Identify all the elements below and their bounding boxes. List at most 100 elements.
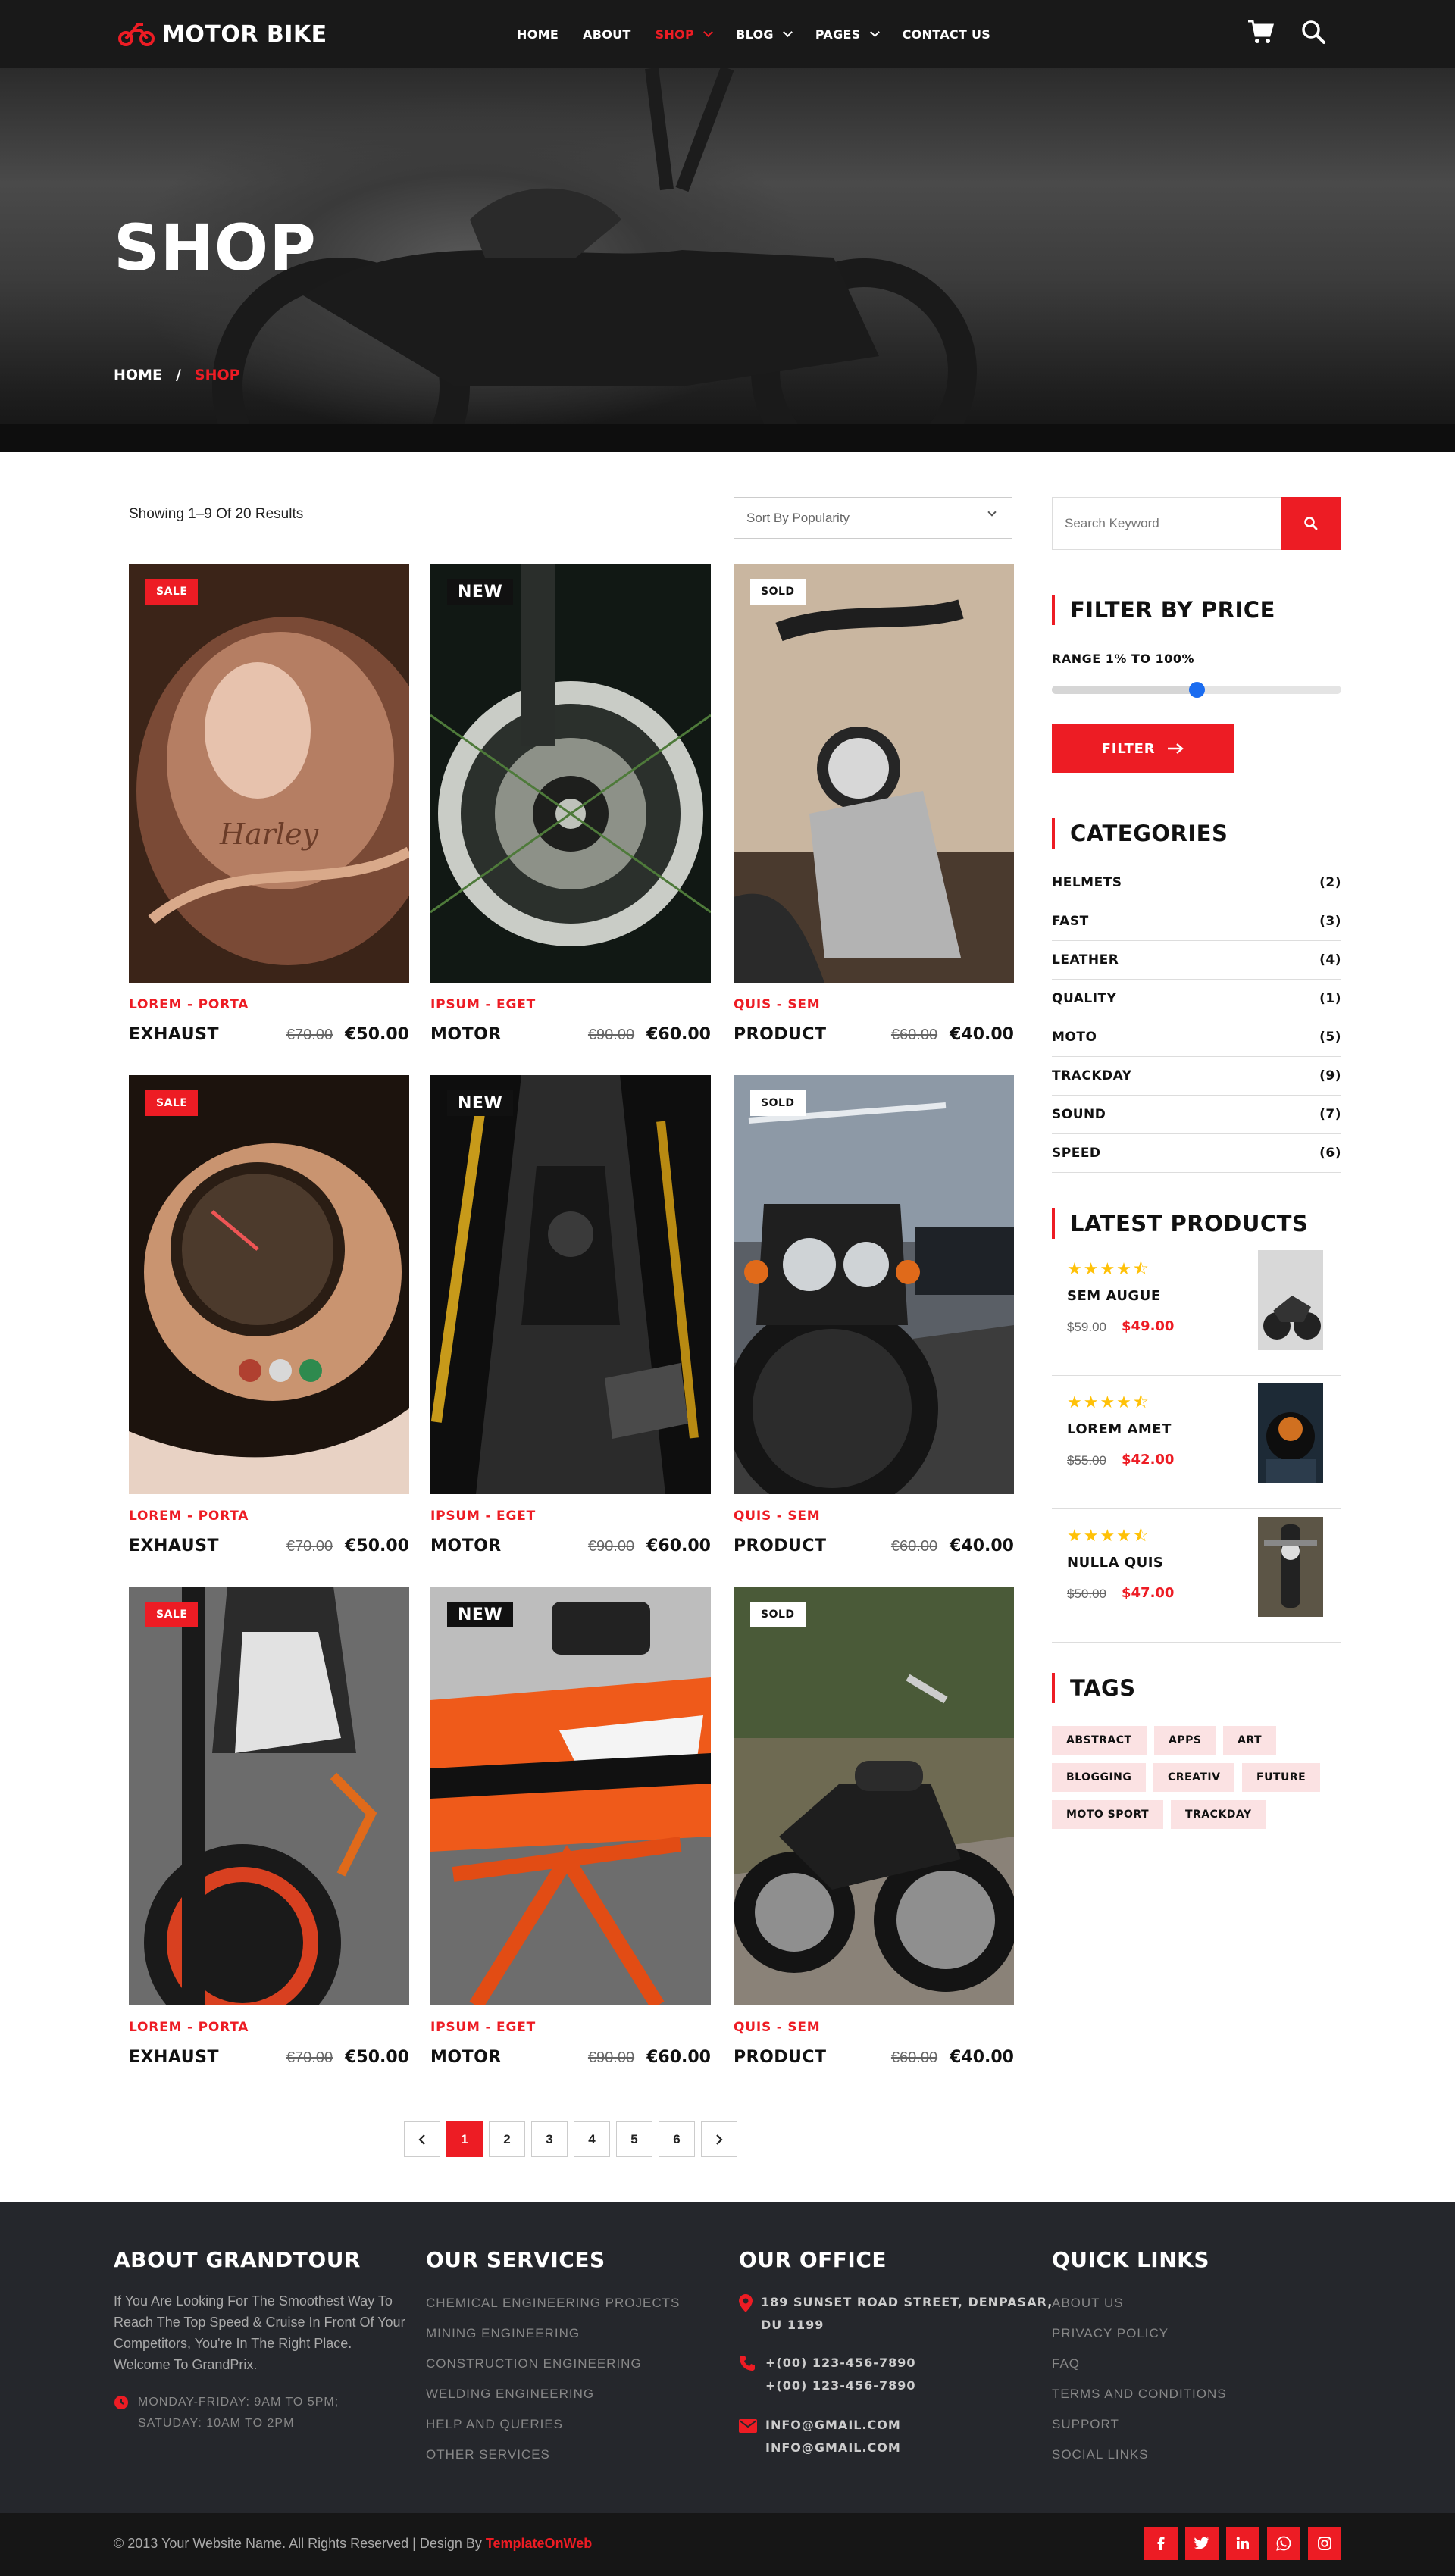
latest-product-item[interactable]: ★★★★⯪ SEM AUGUE $59.00 $49.00 — [1052, 1243, 1341, 1376]
product-card[interactable]: NEW IPSUM - EGET MOTOR €90.00 €60.00 — [430, 1587, 711, 2087]
product-card[interactable]: SOLD QUIS - SEM PRODUCT €60.00 €40.00 — [734, 564, 1014, 1064]
nav-pages[interactable]: PAGES — [815, 27, 880, 42]
facebook-icon[interactable] — [1144, 2527, 1178, 2560]
pagination-next[interactable] — [701, 2121, 737, 2157]
search-icon[interactable] — [1300, 19, 1326, 45]
product-image[interactable]: NEW — [430, 564, 711, 983]
product-category[interactable]: LOREM - PORTA — [129, 2020, 249, 2035]
pagination-page[interactable]: 4 — [574, 2121, 610, 2157]
nav-shop[interactable]: SHOP — [656, 27, 713, 42]
product-name[interactable]: MOTOR — [430, 2048, 502, 2067]
product-image[interactable]: SALE — [129, 1075, 409, 1494]
footer-service-link[interactable]: OTHER SERVICES — [426, 2447, 550, 2462]
tag-item[interactable]: APPS — [1154, 1726, 1216, 1755]
product-card[interactable]: NEW IPSUM - EGET MOTOR €90.00 €60.00 — [430, 1075, 711, 1575]
footer-quick-link[interactable]: ABOUT US — [1052, 2296, 1124, 2311]
footer-quick-link[interactable]: SOCIAL LINKS — [1052, 2447, 1149, 2462]
pagination-prev[interactable] — [404, 2121, 440, 2157]
product-card[interactable]: Harley SALE LOREM - PORTA EXHAUST €70.00 €50.… — [129, 564, 409, 1064]
tag-item[interactable]: ART — [1223, 1726, 1277, 1755]
category-item[interactable]: TRACKDAY (9) — [1052, 1057, 1341, 1096]
filter-button[interactable]: FILTER — [1052, 724, 1234, 773]
latest-product-thumb[interactable] — [1258, 1517, 1323, 1617]
sort-select[interactable]: Sort By Popularity — [734, 497, 1012, 539]
footer-quick-link[interactable]: TERMS AND CONDITIONS — [1052, 2387, 1227, 2402]
product-name[interactable]: MOTOR — [430, 1537, 502, 1555]
whatsapp-icon[interactable] — [1267, 2527, 1300, 2560]
footer-service-link[interactable]: WELDING ENGINEERING — [426, 2387, 594, 2402]
cart-icon[interactable] — [1247, 19, 1275, 45]
footer-quick-link[interactable]: FAQ — [1052, 2356, 1080, 2371]
instagram-icon[interactable] — [1308, 2527, 1341, 2560]
search-input[interactable] — [1053, 498, 1280, 549]
product-image[interactable]: NEW — [430, 1587, 711, 2005]
category-item[interactable]: QUALITY (1) — [1052, 980, 1341, 1018]
footer-quick-link[interactable]: PRIVACY POLICY — [1052, 2326, 1169, 2341]
latest-product-name[interactable]: SEM AUGUE — [1067, 1288, 1161, 1304]
category-item[interactable]: LEATHER (4) — [1052, 941, 1341, 980]
product-name[interactable]: MOTOR — [430, 1025, 502, 1044]
tag-item[interactable]: MOTO SPORT — [1052, 1800, 1164, 1829]
product-name[interactable]: EXHAUST — [129, 2048, 219, 2067]
tag-item[interactable]: FUTURE — [1242, 1763, 1321, 1792]
product-card[interactable]: SOLD QUIS - SEM PRODUCT €60.00 €40.00 — [734, 1587, 1014, 2087]
category-item[interactable]: FAST (3) — [1052, 902, 1341, 941]
linkedin-icon[interactable] — [1226, 2527, 1259, 2560]
copyright-brand-link[interactable]: TemplateOnWeb — [486, 2536, 592, 2551]
pagination-page[interactable]: 2 — [489, 2121, 525, 2157]
pagination-page[interactable]: 1 — [446, 2121, 483, 2157]
twitter-icon[interactable] — [1185, 2527, 1219, 2560]
latest-product-thumb[interactable] — [1258, 1383, 1323, 1483]
category-item[interactable]: SPEED (6) — [1052, 1134, 1341, 1173]
pagination-page[interactable]: 3 — [531, 2121, 568, 2157]
product-category[interactable]: QUIS - SEM — [734, 997, 821, 1012]
product-name[interactable]: PRODUCT — [734, 2048, 827, 2067]
breadcrumb-home[interactable]: HOME — [114, 367, 162, 383]
product-category[interactable]: IPSUM - EGET — [430, 2020, 536, 2035]
footer-quick-link[interactable]: SUPPORT — [1052, 2417, 1119, 2432]
latest-product-thumb[interactable] — [1258, 1250, 1323, 1350]
category-item[interactable]: SOUND (7) — [1052, 1096, 1341, 1134]
product-image[interactable]: SALE — [129, 1587, 409, 2005]
footer-phone-2[interactable]: +(00) 123-456-7890 — [765, 2374, 915, 2397]
latest-product-name[interactable]: NULLA QUIS — [1067, 1555, 1163, 1571]
product-card[interactable]: NEW IPSUM - EGET MOTOR €90.00 €60.00 — [430, 564, 711, 1064]
latest-product-name[interactable]: LOREM AMET — [1067, 1421, 1172, 1437]
product-card[interactable]: SOLD QUIS - SEM PRODUCT €60.00 €40.00 — [734, 1075, 1014, 1575]
product-image[interactable]: Harley SALE — [129, 564, 409, 983]
latest-product-item[interactable]: ★★★★⯪ NULLA QUIS $50.00 $47.00 — [1052, 1509, 1341, 1643]
price-slider-handle[interactable] — [1189, 682, 1205, 698]
category-item[interactable]: MOTO (5) — [1052, 1018, 1341, 1057]
product-image[interactable]: SOLD — [734, 564, 1014, 983]
footer-email-2[interactable]: INFO@GMAIL.COM — [765, 2437, 901, 2459]
product-image[interactable]: NEW — [430, 1075, 711, 1494]
nav-contact[interactable]: CONTACT US — [903, 27, 991, 42]
product-image[interactable]: SOLD — [734, 1587, 1014, 2005]
pagination-page[interactable]: 6 — [659, 2121, 695, 2157]
footer-phone-1[interactable]: +(00) 123-456-7890 — [765, 2352, 915, 2374]
latest-product-item[interactable]: ★★★★⯪ LOREM AMET $55.00 $42.00 — [1052, 1376, 1341, 1509]
footer-email-1[interactable]: INFO@GMAIL.COM — [765, 2414, 901, 2437]
product-category[interactable]: LOREM - PORTA — [129, 1508, 249, 1524]
product-image[interactable]: SOLD — [734, 1075, 1014, 1494]
footer-service-link[interactable]: CHEMICAL ENGINEERING PROJECTS — [426, 2296, 680, 2311]
nav-about[interactable]: ABOUT — [583, 27, 631, 42]
product-card[interactable]: SALE LOREM - PORTA EXHAUST €70.00 €50.00 — [129, 1075, 409, 1575]
tag-item[interactable]: ABSTRACT — [1052, 1726, 1147, 1755]
product-name[interactable]: EXHAUST — [129, 1537, 219, 1555]
product-category[interactable]: LOREM - PORTA — [129, 997, 249, 1012]
pagination-page[interactable]: 5 — [616, 2121, 652, 2157]
footer-service-link[interactable]: CONSTRUCTION ENGINEERING — [426, 2356, 642, 2371]
product-category[interactable]: QUIS - SEM — [734, 2020, 821, 2035]
tag-item[interactable]: CREATIV — [1153, 1763, 1235, 1792]
price-slider[interactable] — [1052, 682, 1341, 698]
tag-item[interactable]: TRACKDAY — [1171, 1800, 1266, 1829]
search-button[interactable] — [1281, 497, 1341, 550]
brand-logo[interactable]: MOTOR BIKE — [118, 17, 327, 51]
tag-item[interactable]: BLOGGING — [1052, 1763, 1147, 1792]
footer-service-link[interactable]: HELP AND QUERIES — [426, 2417, 563, 2432]
nav-blog[interactable]: BLOG — [736, 27, 793, 42]
product-category[interactable]: IPSUM - EGET — [430, 997, 536, 1012]
product-name[interactable]: PRODUCT — [734, 1537, 827, 1555]
product-name[interactable]: PRODUCT — [734, 1025, 827, 1044]
